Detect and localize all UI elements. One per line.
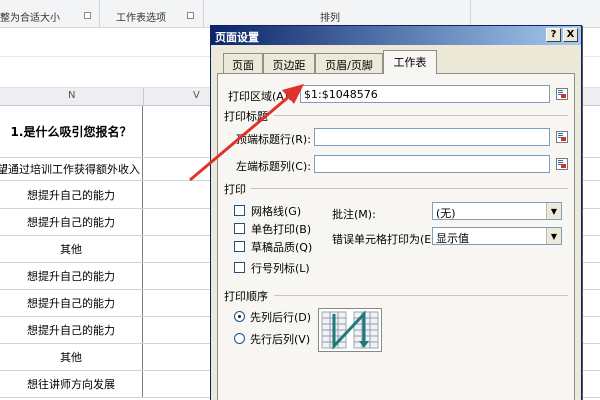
dialog-title: 页面设置 (215, 31, 259, 44)
ribbon-group-sheet-options: 工作表选项 (116, 13, 166, 24)
print-titles-section: 打印标题 (224, 110, 268, 123)
ribbon-group-arrange: 排列 (320, 13, 340, 24)
cell[interactable]: 其他 (0, 236, 143, 262)
page-order-section: 打印顺序 (224, 290, 268, 303)
print-area-collapse-icon[interactable] (556, 88, 568, 100)
down-then-over-radio[interactable] (234, 311, 245, 322)
row-col-headings-checkbox[interactable] (234, 262, 245, 273)
cell[interactable]: 希望通过培训工作获得额外收入 (0, 158, 143, 180)
over-then-down-radio[interactable] (234, 333, 245, 344)
sheet-tab-panel: 打印区域(A): $1:$1048576 打印标题 顶端标题行(R): 左端标题… (217, 73, 575, 400)
ribbon: 整为合适大小 工作表选项 排列 (0, 0, 600, 28)
errors-label: 错误单元格打印为(E): (332, 233, 440, 246)
row-col-headings-label: 行号列标(L) (251, 262, 310, 275)
left-cols-label: 左端标题列(C): (236, 160, 311, 173)
column-v-header[interactable]: V (193, 90, 200, 101)
ribbon-group-fit: 整为合适大小 (0, 13, 60, 24)
cell[interactable]: 想提升自己的能力 (0, 209, 143, 235)
tab-header-footer[interactable]: 页眉/页脚 (315, 53, 383, 73)
chevron-down-icon[interactable]: ▼ (546, 228, 561, 244)
top-rows-input[interactable] (314, 128, 550, 146)
gridlines-checkbox[interactable] (234, 205, 245, 216)
tab-page[interactable]: 页面 (223, 53, 263, 73)
help-button[interactable]: ? (546, 28, 561, 42)
errors-select[interactable]: 显示值 ▼ (432, 227, 562, 245)
cell[interactable]: 其他 (0, 344, 143, 370)
black-white-checkbox[interactable] (234, 223, 245, 234)
errors-value: 显示值 (436, 232, 469, 245)
tab-margins[interactable]: 页边距 (263, 53, 315, 73)
fit-launcher-icon[interactable] (84, 12, 91, 19)
comments-value: (无) (436, 207, 456, 220)
comments-select[interactable]: (无) ▼ (432, 202, 562, 220)
sheet-options-launcher-icon[interactable] (187, 12, 194, 19)
over-then-down-label: 先行后列(V) (250, 333, 311, 346)
cell[interactable]: 想提升自己的能力 (0, 317, 143, 343)
cell[interactable]: 想提升自己的能力 (0, 263, 143, 289)
dialog-titlebar[interactable]: 页面设置 (211, 26, 581, 45)
draft-quality-checkbox[interactable] (234, 241, 245, 252)
comments-label: 批注(M): (332, 208, 376, 221)
gridlines-label: 网格线(G) (251, 205, 302, 218)
left-cols-collapse-icon[interactable] (556, 158, 568, 170)
top-rows-collapse-icon[interactable] (556, 131, 568, 143)
cell[interactable]: 想提升自己的能力 (0, 290, 143, 316)
down-then-over-label: 先列后行(D) (250, 311, 312, 324)
column-n-header[interactable]: N (68, 90, 75, 101)
chevron-down-icon[interactable]: ▼ (546, 203, 561, 219)
cell[interactable]: 想提升自己的能力 (0, 181, 143, 208)
page-order-preview-icon (318, 308, 382, 352)
cell[interactable]: 想往讲师方向发展 (0, 371, 143, 397)
left-cols-input[interactable] (314, 155, 550, 173)
print-section: 打印 (224, 183, 246, 196)
black-white-label: 单色打印(B) (251, 223, 312, 236)
tab-sheet[interactable]: 工作表 (383, 50, 437, 74)
print-area-label: 打印区域(A): (228, 90, 292, 103)
cell-question-header[interactable]: 1.是什么吸引您报名？ (0, 106, 143, 157)
draft-quality-label: 草稿品质(Q) (251, 241, 313, 254)
top-rows-label: 顶端标题行(R): (236, 133, 311, 146)
page-setup-dialog: 页面设置 ? X 页面 页边距 页眉/页脚 工作表 打印区域(A): $1:$1… (210, 25, 582, 400)
print-area-input[interactable]: $1:$1048576 (300, 85, 550, 103)
close-button[interactable]: X (563, 28, 578, 42)
